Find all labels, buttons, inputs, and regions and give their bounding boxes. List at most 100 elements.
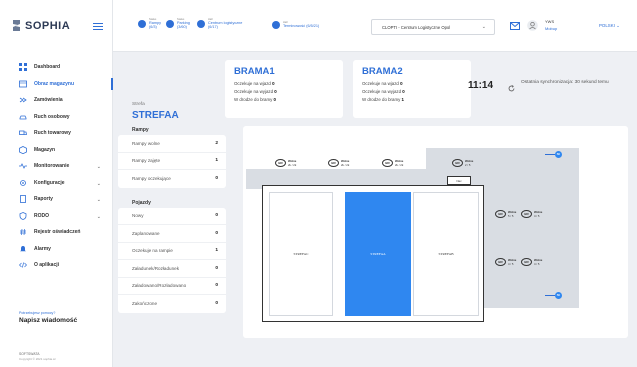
document-icon: [19, 195, 27, 204]
stat-parking[interactable]: Status Parking (3/60): [166, 18, 190, 30]
sidebar-item-obraz-magazynu[interactable]: Obraz magazynu: [0, 76, 113, 93]
gate-title: BRAMA1: [234, 66, 275, 77]
map-gate[interactable]: BR Wolne 5 / 5: [495, 210, 516, 218]
status-dot-icon: [197, 19, 205, 28]
list-item[interactable]: Rampy zajęte 1: [118, 153, 226, 170]
stat-count: (6/3): [149, 25, 157, 30]
map-gate[interactable]: BR Wolne 4 / 5: [521, 258, 542, 266]
list-item[interactable]: Zakończone 0: [118, 295, 226, 313]
sidebar-item-rejestr-oswiadczen[interactable]: Rejestr oświadczeń: [0, 224, 113, 241]
map-gate-marker[interactable]: BR: [545, 151, 562, 158]
list-item[interactable]: Nowy 0: [118, 208, 226, 225]
sidebar-item-konfiguracje[interactable]: Konfiguracje ⌄: [0, 175, 113, 192]
truck-icon: [19, 129, 27, 137]
sidebar-item-label: Alarmy: [34, 245, 51, 252]
ramp-icon: BR: [495, 210, 506, 218]
mail-icon[interactable]: [510, 22, 520, 30]
warehouse-map: STREFAC STREFAA STREFAB Nav BR Wolne 2k /…: [243, 126, 628, 338]
sidebar-item-zamowienia[interactable]: Zamówienia: [0, 92, 113, 109]
sync-icon[interactable]: [508, 85, 515, 92]
help-contact[interactable]: Potrzebujesz pomocy? Napisz wiadomość: [19, 311, 77, 324]
bell-icon: [19, 245, 27, 253]
list-item[interactable]: Załadunek/Rozładunek 0: [118, 260, 226, 278]
sidebar-item-label: Ruch osobowy: [34, 113, 70, 120]
app: SOPHIA Dashboard Obraz magazynu Zamówien…: [0, 0, 637, 367]
chevron-down-icon: ⌄: [96, 164, 101, 170]
car-icon: [19, 113, 27, 121]
chevron-down-icon: ⌄: [96, 197, 101, 203]
box-icon: [19, 145, 27, 154]
clock: 11:14: [468, 80, 494, 91]
copyright: Copyright © 2021 sophia.cc: [19, 357, 56, 361]
map-gate[interactable]: BR Wolne 4 / 5: [495, 258, 516, 266]
sidebar-item-alarmy[interactable]: Alarmy: [0, 241, 113, 258]
sidebar-item-dashboard[interactable]: Dashboard: [0, 59, 113, 76]
sidebar-item-ruch-osobowy[interactable]: Ruch osobowy: [0, 109, 113, 126]
sidebar-item-monitorowanie[interactable]: Monitorowanie ⌄: [0, 158, 113, 175]
map-gate[interactable]: BR Wolne 4 / 5: [521, 210, 542, 218]
stat-hall[interactable]: Hall Centrum logistyczne (6/17): [197, 18, 244, 30]
marker-line: [545, 295, 555, 296]
sidebar-item-label: Ruch towarowy: [34, 130, 71, 137]
zone-strefac[interactable]: STREFAC: [269, 192, 333, 316]
sidebar-item-ruch-towarowy[interactable]: Ruch towarowy: [0, 125, 113, 142]
list-item[interactable]: Rampy oczekujące 0: [118, 170, 226, 188]
sync-status: Ostatnia synchronizacja: 30 sekund temu: [521, 80, 609, 85]
list-item[interactable]: Załadowano/Rozładowano 0: [118, 278, 226, 295]
map-zones-frame: STREFAC STREFAA STREFAB: [262, 185, 484, 322]
map-gate[interactable]: BR Wolne 2k / 2k: [275, 159, 296, 167]
sidebar-item-label: Dashboard: [34, 64, 61, 71]
sidebar-item-label: Monitorowanie: [34, 163, 70, 170]
app-name: SOPHIA: [25, 19, 71, 32]
location-select-value: CLOPTI - Centrum Logistyczne Opol: [382, 24, 451, 30]
gate-row: Oczekuje na wyjazd 0: [234, 89, 277, 94]
ramp-icon: BR: [452, 159, 463, 167]
sidebar-item-rodo[interactable]: RODO ⌄: [0, 208, 113, 225]
write-message-link[interactable]: Napisz wiadomość: [19, 317, 77, 324]
user-icon[interactable]: [527, 20, 538, 31]
sidebar-footer: SOFTSWATA Copyright © 2021 sophia.cc: [19, 352, 56, 361]
stats-panel: Rampy Rampy wolne 2 Rampy zajęte 1 Rampy o…: [118, 123, 226, 333]
list-item[interactable]: Zaplanowane 0: [118, 225, 226, 243]
language-select[interactable]: POLSKI ⌄: [599, 23, 620, 29]
map-gate[interactable]: BR Wolne 2 / 5: [452, 159, 473, 167]
user-role: Mobup: [545, 26, 558, 31]
user-info[interactable]: YWS Mobup: [545, 19, 557, 31]
zone-strefaa[interactable]: STREFAA: [345, 192, 411, 316]
sidebar-nav: Dashboard Obraz magazynu Zamówienia Ruch…: [0, 59, 113, 274]
vehicles-title: Pojazdy: [132, 199, 151, 206]
menu-toggle-icon[interactable]: [93, 23, 103, 30]
marker-line: [545, 154, 555, 155]
stat-ramps[interactable]: Status Rampy (6/3): [138, 18, 161, 30]
zone-header: Strefa STREFAA: [132, 102, 179, 121]
map-gate[interactable]: BR Wolne 2k / 2k: [328, 159, 349, 167]
map-icon: [19, 80, 27, 88]
stat-value: Terminowość (6/5/21): [283, 24, 320, 29]
app-logo[interactable]: SOPHIA: [11, 19, 70, 32]
sidebar-item-o-aplikacji[interactable]: O aplikacji: [0, 257, 113, 274]
gate-title: BRAMA2: [362, 66, 403, 77]
stat-count: (3/60): [177, 25, 187, 30]
help-question: Potrzebujesz pomocy?: [19, 311, 56, 315]
zone-value: STREFAA: [132, 110, 179, 121]
sidebar-item-magazyn[interactable]: Magazyn: [0, 142, 113, 159]
location-select[interactable]: CLOPTI - Centrum Logistyczne Opol ⌄: [371, 19, 495, 35]
gate-row: Oczekuje na wjazd 0: [234, 81, 275, 86]
gate-row: W drodze do bramy 1: [362, 97, 404, 102]
sidebar: SOPHIA Dashboard Obraz magazynu Zamówien…: [0, 0, 113, 367]
gate-card: BRAMA1 Oczekuje na wjazd 0 Oczekuje na w…: [225, 60, 343, 118]
list-item[interactable]: Oczekuje na rampie 1: [118, 243, 226, 260]
zone-strefab[interactable]: STREFAB: [413, 192, 479, 316]
sidebar-item-raporty[interactable]: Raporty ⌄: [0, 191, 113, 208]
list-item[interactable]: Rampy wolne 2: [118, 135, 226, 153]
gate-card: BRAMA2 Oczekuje na wjazd 0 Oczekuje na w…: [353, 60, 471, 118]
map-gate-marker[interactable]: BR: [545, 292, 562, 299]
hash-icon: [19, 228, 27, 236]
stat-timeliness[interactable]: Hall Terminowość (6/5/21): [272, 21, 319, 29]
topbar: Status Rampy (6/3) Status Parking (3/60) Hal…: [113, 0, 637, 52]
map-gate[interactable]: BR Wolne 2k / 2k: [382, 159, 403, 167]
shield-icon: [19, 211, 27, 220]
code-icon: [19, 261, 27, 269]
pulse-icon: [19, 162, 27, 170]
gate-row: Oczekuje na wyjazd 0: [362, 89, 405, 94]
